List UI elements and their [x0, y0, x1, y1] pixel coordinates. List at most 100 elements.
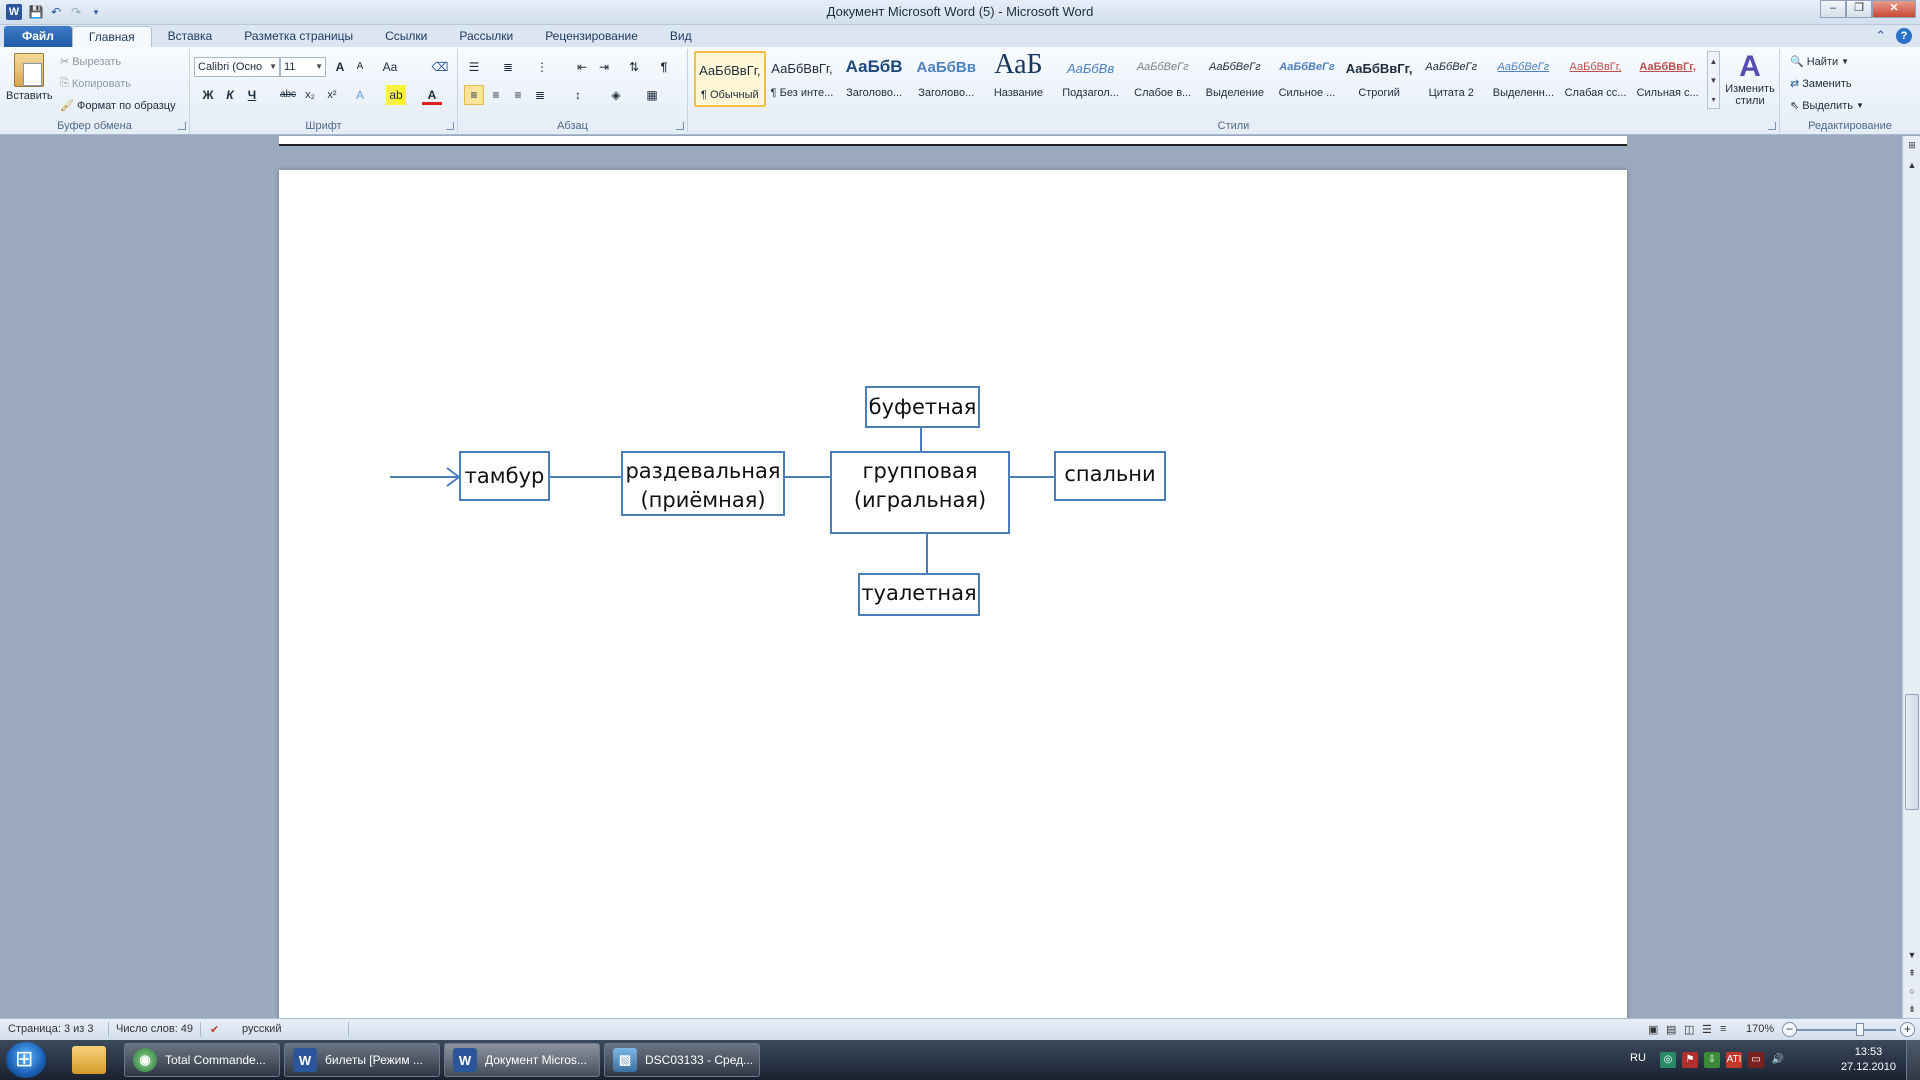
change-case-button[interactable]: Aa [380, 57, 400, 77]
tab-file[interactable]: Файл [4, 26, 72, 47]
text-effects-icon[interactable]: A [350, 85, 370, 105]
font-launcher-icon[interactable] [446, 122, 454, 130]
document-canvas[interactable]: тамбур раздевальная (приёмная) групповая… [0, 136, 1902, 1018]
numbering-icon[interactable]: ≣ [498, 57, 518, 77]
show-desktop-button[interactable] [1906, 1040, 1920, 1080]
font-name-dropdown[interactable]: Calibri (Осно ▼ [194, 57, 280, 77]
style-title[interactable]: АаБ Название [983, 49, 1055, 107]
sort-icon[interactable]: ⇅ [624, 57, 644, 77]
tray-volume-icon[interactable]: 🔊 [1770, 1052, 1786, 1068]
clock[interactable]: 13:53 27.12.2010 [1841, 1045, 1896, 1075]
borders-icon[interactable]: ▦ [642, 85, 662, 105]
tray-safely-remove-icon[interactable]: ⇩ [1704, 1052, 1720, 1068]
multilevel-list-icon[interactable]: ⋮ [532, 57, 552, 77]
paragraph-launcher-icon[interactable] [676, 122, 684, 130]
tab-review[interactable]: Рецензирование [529, 26, 654, 47]
language-indicator[interactable]: RU [1630, 1052, 1646, 1064]
style-intense-reference[interactable]: АаБбВвГг, Сильная с... [1632, 51, 1704, 107]
find-button[interactable]: 🔍 Найти ▼ [1790, 55, 1849, 69]
word-app-icon[interactable]: W [6, 4, 22, 20]
box-tualetnaya[interactable]: туалетная [858, 573, 980, 616]
style-intense-quote[interactable]: АаБбВеГг Выделенн... [1488, 51, 1560, 107]
justify-icon[interactable]: ≣ [530, 85, 550, 105]
box-spalni[interactable]: спальни [1054, 451, 1166, 501]
zoom-in-button[interactable]: + [1900, 1022, 1915, 1037]
style-subtitle[interactable]: АаБбВв Подзагол... [1055, 51, 1127, 107]
increase-indent-icon[interactable]: ⇥ [594, 57, 614, 77]
view-print-layout-icon[interactable]: ▣ [1648, 1023, 1658, 1036]
clipboard-launcher-icon[interactable] [178, 122, 186, 130]
replace-button[interactable]: ⇄ Заменить [1790, 77, 1852, 91]
copy-button[interactable]: ⎘ Копировать [60, 77, 131, 90]
minimize-ribbon-icon[interactable]: ⌃ [1875, 28, 1886, 44]
clear-format-icon[interactable]: ⌫ [430, 57, 450, 77]
style-no-spacing[interactable]: АаБбВвГг, ¶ Без инте... [766, 51, 838, 107]
zoom-slider-thumb[interactable] [1856, 1023, 1864, 1036]
scroll-thumb[interactable] [1905, 694, 1919, 810]
grow-font-button[interactable]: A [330, 57, 350, 77]
tray-app-icon[interactable]: ◎ [1660, 1052, 1676, 1068]
subscript-button[interactable]: x₂ [300, 85, 320, 105]
style-intense-emphasis[interactable]: АаБбВеГг Сильное ... [1271, 51, 1343, 107]
save-icon[interactable]: 💾 [26, 2, 46, 22]
tray-network-icon[interactable]: ▭ [1748, 1052, 1764, 1068]
show-formatting-button[interactable]: ¶ [654, 57, 674, 77]
close-button[interactable]: ✕ [1872, 0, 1916, 18]
cut-button[interactable]: ✂ Вырезать [60, 55, 121, 69]
style-emphasis[interactable]: АаБбВеГг Выделение [1199, 51, 1271, 107]
align-right-icon[interactable]: ≡ [508, 85, 528, 105]
box-bufetnaya[interactable]: буфетная [865, 386, 980, 428]
view-outline-icon[interactable]: ☰ [1702, 1023, 1712, 1036]
status-language[interactable]: русский [242, 1023, 281, 1035]
tab-insert[interactable]: Вставка [152, 26, 229, 47]
strikethrough-button[interactable]: abc [278, 85, 298, 105]
shrink-font-button[interactable]: A [350, 57, 370, 77]
select-button[interactable]: ⇖ Выделить ▼ [1790, 99, 1864, 113]
style-strong[interactable]: АаБбВвГг, Строгий [1343, 51, 1415, 107]
font-color-button[interactable]: A [422, 85, 442, 105]
style-quote-2[interactable]: АаБбВеГг Цитата 2 [1415, 51, 1487, 107]
ruler-toggle-icon[interactable]: ⊞ [1905, 138, 1919, 152]
redo-icon[interactable]: ↷ [66, 2, 86, 22]
help-icon[interactable]: ? [1896, 28, 1912, 44]
taskbar-total-commander[interactable]: ◉ Total Commande... [124, 1043, 280, 1077]
underline-button[interactable]: Ч [242, 85, 262, 105]
italic-button[interactable]: К [220, 85, 240, 105]
tab-home[interactable]: Главная [71, 26, 152, 47]
style-heading-1[interactable]: АаБбВ Заголово... [838, 51, 910, 107]
next-page-icon[interactable]: ⇟ [1905, 1002, 1919, 1016]
tab-view[interactable]: Вид [654, 26, 708, 47]
taskbar-photo-viewer[interactable]: ▧ DSC03133 - Сред... [604, 1043, 760, 1077]
superscript-button[interactable]: x² [322, 85, 342, 105]
status-word-count[interactable]: Число слов: 49 [116, 1023, 193, 1035]
zoom-out-button[interactable]: − [1782, 1022, 1797, 1037]
spellcheck-icon[interactable]: ✔ [210, 1023, 219, 1036]
explorer-pin[interactable] [62, 1043, 116, 1077]
style-heading-2[interactable]: АаБбВв Заголово... [910, 51, 982, 107]
zoom-slider-track[interactable] [1796, 1029, 1896, 1031]
minimize-button[interactable]: – [1820, 0, 1846, 18]
tray-ati-icon[interactable]: ATI [1726, 1052, 1742, 1068]
style-subtle-reference[interactable]: АаБбВвГг, Слабая сс... [1560, 51, 1632, 107]
tab-page-layout[interactable]: Разметка страницы [228, 26, 369, 47]
styles-launcher-icon[interactable] [1768, 122, 1776, 130]
box-razdevalnaya[interactable]: раздевальная (приёмная) [621, 451, 785, 516]
view-reading-icon[interactable]: ▤ [1666, 1023, 1676, 1036]
box-gruppovaya[interactable]: групповая (игральная) [830, 451, 1010, 534]
undo-icon[interactable]: ↶ [46, 2, 66, 22]
styles-gallery-scroll[interactable]: ▲ ▼ ▾ [1707, 51, 1720, 109]
style-normal[interactable]: АаБбВвГг, ¶ Обычный [694, 51, 766, 107]
scroll-down-icon[interactable]: ▼ [1905, 948, 1919, 962]
scroll-up-icon[interactable]: ▲ [1905, 158, 1919, 172]
highlight-icon[interactable]: ab [386, 85, 406, 105]
tab-mailings[interactable]: Рассылки [443, 26, 529, 47]
shading-icon[interactable]: ◈ [606, 85, 626, 105]
style-subtle-emphasis[interactable]: АаБбВеГг Слабое в... [1127, 51, 1199, 107]
decrease-indent-icon[interactable]: ⇤ [572, 57, 592, 77]
taskbar-bilety[interactable]: W билеты [Режим ... [284, 1043, 440, 1077]
prev-page-icon[interactable]: ⇞ [1905, 966, 1919, 980]
browse-object-icon[interactable]: ○ [1905, 984, 1919, 998]
vertical-scrollbar[interactable]: ⊞ ▲ ▼ ⇞ ○ ⇟ [1902, 136, 1920, 1018]
paste-button[interactable]: Вставить [6, 90, 53, 102]
tray-action-center-icon[interactable]: ⚑ [1682, 1052, 1698, 1068]
